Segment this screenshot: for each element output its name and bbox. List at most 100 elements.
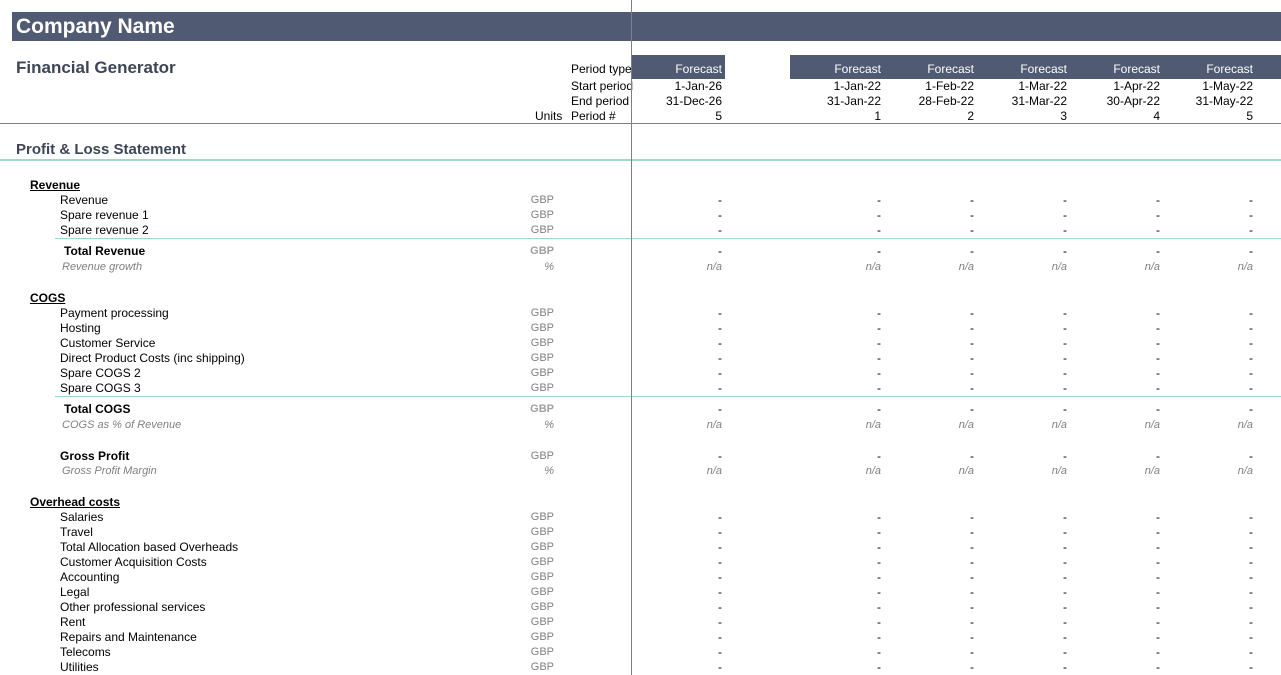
value-cell[interactable]: - <box>1163 402 1253 417</box>
value-cell[interactable]: - <box>977 570 1067 585</box>
value-cell[interactable]: - <box>1163 336 1253 351</box>
value-cell[interactable]: - <box>1163 585 1253 600</box>
value-cell[interactable]: - <box>632 351 722 366</box>
value-cell[interactable]: - <box>632 540 722 555</box>
value-cell[interactable]: - <box>1163 244 1253 259</box>
value-cell[interactable]: - <box>791 600 881 615</box>
value-cell[interactable]: n/a <box>1163 260 1253 275</box>
value-cell[interactable]: - <box>977 223 1067 238</box>
value-cell[interactable]: - <box>791 555 881 570</box>
value-cell[interactable]: - <box>632 585 722 600</box>
value-cell[interactable]: - <box>1070 381 1160 396</box>
value-cell[interactable]: n/a <box>1163 418 1253 433</box>
value-cell[interactable]: - <box>884 449 974 464</box>
value-cell[interactable]: n/a <box>791 418 881 433</box>
value-cell[interactable]: - <box>977 351 1067 366</box>
value-cell[interactable]: - <box>977 585 1067 600</box>
value-cell[interactable]: - <box>884 336 974 351</box>
value-cell[interactable]: - <box>632 660 722 675</box>
value-cell[interactable]: n/a <box>1163 464 1253 479</box>
value-cell[interactable]: - <box>632 244 722 259</box>
value-cell[interactable]: - <box>632 645 722 660</box>
value-cell[interactable]: - <box>791 510 881 525</box>
value-cell[interactable]: - <box>977 366 1067 381</box>
value-cell[interactable]: - <box>791 630 881 645</box>
value-cell[interactable]: n/a <box>791 464 881 479</box>
value-cell[interactable]: - <box>1163 660 1253 675</box>
value-cell[interactable]: - <box>884 306 974 321</box>
value-cell[interactable]: - <box>884 402 974 417</box>
value-cell[interactable]: - <box>977 449 1067 464</box>
value-cell[interactable]: n/a <box>791 260 881 275</box>
value-cell[interactable]: - <box>632 208 722 223</box>
value-cell[interactable]: - <box>1070 600 1160 615</box>
value-cell[interactable]: - <box>884 540 974 555</box>
value-cell[interactable]: - <box>1070 645 1160 660</box>
value-cell[interactable]: - <box>791 223 881 238</box>
value-cell[interactable]: n/a <box>977 464 1067 479</box>
value-cell[interactable]: - <box>1070 585 1160 600</box>
value-cell[interactable]: n/a <box>884 464 974 479</box>
value-cell[interactable]: - <box>632 570 722 585</box>
value-cell[interactable]: - <box>1070 366 1160 381</box>
value-cell[interactable]: - <box>791 660 881 675</box>
value-cell[interactable]: - <box>1163 570 1253 585</box>
value-cell[interactable]: - <box>884 510 974 525</box>
value-cell[interactable]: - <box>977 510 1067 525</box>
value-cell[interactable]: n/a <box>1070 260 1160 275</box>
value-cell[interactable]: - <box>1070 193 1160 208</box>
value-cell[interactable]: - <box>1070 525 1160 540</box>
value-cell[interactable]: - <box>884 630 974 645</box>
value-cell[interactable]: - <box>1163 525 1253 540</box>
value-cell[interactable]: - <box>791 208 881 223</box>
value-cell[interactable]: - <box>791 193 881 208</box>
value-cell[interactable]: - <box>1070 540 1160 555</box>
value-cell[interactable]: - <box>791 321 881 336</box>
value-cell[interactable]: - <box>632 510 722 525</box>
value-cell[interactable]: - <box>1070 336 1160 351</box>
value-cell[interactable]: - <box>791 306 881 321</box>
value-cell[interactable]: - <box>632 336 722 351</box>
value-cell[interactable]: - <box>791 366 881 381</box>
value-cell[interactable]: - <box>977 645 1067 660</box>
value-cell[interactable]: - <box>884 208 974 223</box>
value-cell[interactable]: - <box>977 336 1067 351</box>
value-cell[interactable]: - <box>632 402 722 417</box>
value-cell[interactable]: - <box>1163 510 1253 525</box>
value-cell[interactable]: - <box>884 321 974 336</box>
value-cell[interactable]: - <box>791 540 881 555</box>
value-cell[interactable]: - <box>1070 306 1160 321</box>
value-cell[interactable]: - <box>977 381 1067 396</box>
value-cell[interactable]: - <box>977 630 1067 645</box>
value-cell[interactable]: - <box>1163 321 1253 336</box>
value-cell[interactable]: - <box>977 540 1067 555</box>
value-cell[interactable]: - <box>1163 193 1253 208</box>
value-cell[interactable]: - <box>977 525 1067 540</box>
value-cell[interactable]: - <box>1163 600 1253 615</box>
value-cell[interactable]: - <box>1070 208 1160 223</box>
value-cell[interactable]: - <box>632 306 722 321</box>
value-cell[interactable]: - <box>977 660 1067 675</box>
value-cell[interactable]: - <box>1070 223 1160 238</box>
value-cell[interactable]: - <box>632 449 722 464</box>
value-cell[interactable]: - <box>1070 555 1160 570</box>
value-cell[interactable]: n/a <box>1070 418 1160 433</box>
value-cell[interactable]: - <box>1070 630 1160 645</box>
value-cell[interactable]: - <box>1070 449 1160 464</box>
value-cell[interactable]: - <box>632 525 722 540</box>
value-cell[interactable]: - <box>791 615 881 630</box>
value-cell[interactable]: - <box>632 366 722 381</box>
value-cell[interactable]: - <box>791 525 881 540</box>
value-cell[interactable]: - <box>632 321 722 336</box>
value-cell[interactable]: - <box>1163 555 1253 570</box>
value-cell[interactable]: n/a <box>977 418 1067 433</box>
value-cell[interactable]: - <box>632 555 722 570</box>
value-cell[interactable]: n/a <box>884 418 974 433</box>
value-cell[interactable]: - <box>884 585 974 600</box>
value-cell[interactable]: - <box>1163 449 1253 464</box>
value-cell[interactable]: - <box>884 660 974 675</box>
value-cell[interactable]: - <box>977 600 1067 615</box>
value-cell[interactable]: - <box>1070 321 1160 336</box>
value-cell[interactable]: - <box>632 381 722 396</box>
value-cell[interactable]: - <box>1163 381 1253 396</box>
